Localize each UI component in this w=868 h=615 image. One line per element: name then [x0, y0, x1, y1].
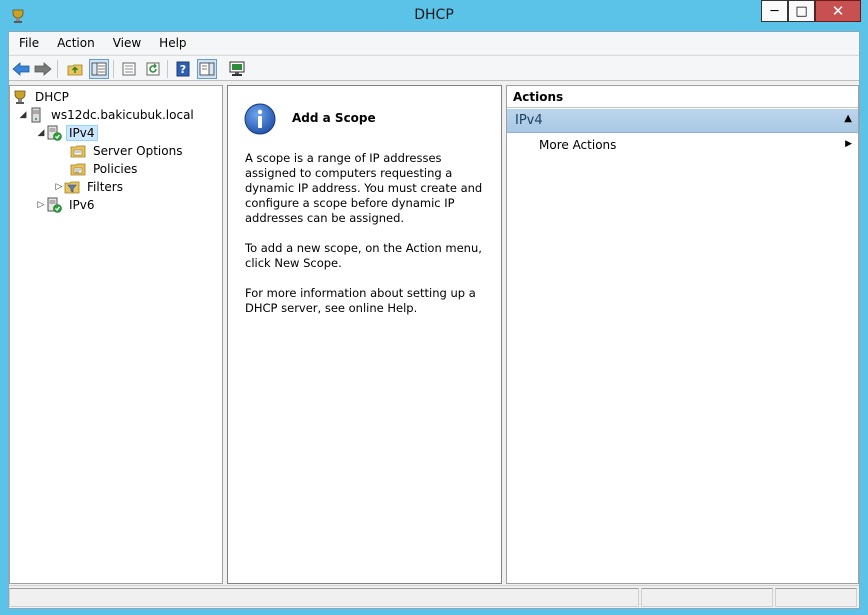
toolbar-separator — [167, 60, 168, 78]
properties-icon — [122, 62, 136, 76]
tree-node-server[interactable]: ◢ ws12dc.bakicubuk.local — [18, 106, 197, 124]
show-tree-icon — [91, 62, 107, 76]
window-title: DHCP — [414, 7, 454, 23]
tree-node-ipv4[interactable]: ◢ IPv4 — [36, 124, 98, 142]
expand-arrow-icon[interactable]: ▷ — [54, 182, 64, 192]
tree-node-filters[interactable]: ▷ Filters — [54, 178, 126, 196]
toolbar: ? — [9, 55, 859, 81]
info-icon — [244, 103, 276, 135]
minimize-icon: ─ — [770, 3, 779, 19]
expand-arrow-icon[interactable]: ▷ — [36, 200, 46, 210]
actions-pane: Actions IPv4 ▲ More Actions ▶ — [506, 85, 859, 584]
server-display-icon — [229, 61, 245, 76]
show-hide-tree-button[interactable] — [89, 59, 109, 79]
minimize-button[interactable]: ─ — [761, 0, 788, 22]
dhcp-window: DHCP ─ □ ✕ File Action View Help ? DHCP … — [0, 0, 868, 615]
status-bar — [9, 585, 859, 608]
server-display-button[interactable] — [227, 59, 247, 79]
menu-view[interactable]: View — [103, 36, 149, 50]
back-button[interactable] — [11, 59, 31, 79]
tree-label-policies: Policies — [93, 162, 138, 176]
status-cell-main — [9, 588, 639, 607]
dhcp-trophy-icon — [14, 90, 26, 104]
tree-label-server: ws12dc.bakicubuk.local — [51, 108, 194, 122]
menu-file[interactable]: File — [9, 36, 47, 50]
tree-node-dhcp[interactable]: DHCP — [12, 88, 72, 106]
close-icon: ✕ — [831, 1, 845, 20]
back-arrow-icon — [12, 62, 30, 76]
tree-label-ipv6: IPv6 — [69, 198, 95, 212]
forward-button[interactable] — [33, 59, 53, 79]
server-icon — [31, 107, 41, 123]
toolbar-separator — [113, 60, 114, 78]
refresh-icon — [146, 62, 160, 76]
refresh-button[interactable] — [143, 59, 163, 79]
new-scope-instructions: To add a new scope, on the Action menu, … — [245, 241, 482, 270]
ipv6-server-icon — [47, 197, 62, 213]
actions-group-label: IPv4 — [515, 113, 543, 128]
up-one-level-button[interactable] — [65, 59, 85, 79]
tree-label-server-options: Server Options — [93, 144, 183, 158]
more-actions-label: More Actions — [539, 138, 617, 152]
status-cell-3 — [775, 588, 857, 607]
actions-header: Actions — [507, 86, 858, 108]
menu-help[interactable]: Help — [149, 36, 194, 50]
show-action-pane-button[interactable] — [197, 59, 217, 79]
actions-group-ipv4[interactable]: IPv4 ▲ — [507, 109, 858, 133]
tree-node-ipv6[interactable]: ▷ IPv6 — [36, 196, 98, 214]
more-actions-item[interactable]: More Actions ▶ — [507, 135, 858, 155]
add-scope-title: Add a Scope — [292, 111, 376, 125]
filters-folder-icon — [64, 181, 80, 194]
help-icon: ? — [176, 61, 190, 77]
tree-label-filters: Filters — [87, 180, 123, 194]
maximize-button[interactable]: □ — [788, 0, 815, 22]
console-tree-pane[interactable]: DHCP ◢ ws12dc.bakicubuk.local ◢ IPv4 Ser… — [9, 85, 223, 584]
tree-node-policies[interactable]: Policies — [60, 160, 140, 178]
collapse-arrow-icon[interactable]: ◢ — [18, 110, 28, 120]
forward-arrow-icon — [34, 62, 52, 76]
scope-description: A scope is a range of IP addresses assig… — [245, 151, 483, 225]
tree-label-ipv4: IPv4 — [66, 125, 98, 141]
maximize-icon: □ — [795, 3, 808, 19]
tree-label-dhcp: DHCP — [35, 90, 69, 104]
mmc-client-area: File Action View Help ? DHCP ◢ ws12dc.ba… — [8, 31, 860, 609]
result-pane: Add a Scope A scope is a range of IP add… — [227, 85, 502, 584]
collapse-arrow-icon[interactable]: ◢ — [36, 128, 46, 138]
action-pane-icon — [199, 62, 215, 76]
policies-folder-icon — [70, 163, 86, 176]
ipv4-server-icon — [47, 125, 62, 141]
submenu-arrow-icon: ▶ — [845, 139, 852, 149]
toolbar-separator — [57, 60, 58, 78]
tree-node-server-options[interactable]: Server Options — [60, 142, 185, 160]
up-folder-icon — [67, 64, 83, 76]
collapse-up-icon[interactable]: ▲ — [844, 113, 852, 124]
title-bar[interactable]: DHCP ─ □ ✕ — [0, 0, 868, 32]
help-info-text: For more information about setting up a … — [245, 286, 476, 315]
server-options-folder-icon — [70, 145, 86, 158]
menu-action[interactable]: Action — [47, 36, 103, 50]
properties-button[interactable] — [119, 59, 139, 79]
close-button[interactable]: ✕ — [815, 0, 861, 22]
help-button[interactable]: ? — [173, 59, 193, 79]
svg-text:?: ? — [180, 63, 186, 76]
status-cell-2 — [641, 588, 773, 607]
menu-bar: File Action View Help — [9, 32, 859, 54]
